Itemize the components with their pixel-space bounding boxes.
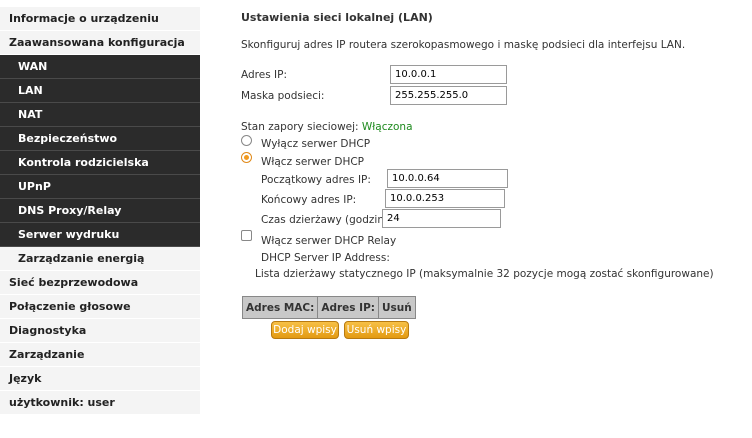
dhcp-relay-label: Włącz serwer DHCP Relay <box>261 235 397 247</box>
table-header-mac: Adres MAC: <box>241 296 319 319</box>
dhcp-enable-label: Włącz serwer DHCP <box>261 156 365 168</box>
ip-address-input[interactable]: 10.0.0.1 <box>390 65 507 84</box>
table-header-row: Adres MAC: Adres IP: Usuń <box>241 296 416 319</box>
sidebar-item-management[interactable]: Zarządzanie <box>0 343 200 367</box>
subnet-mask-input[interactable]: 255.255.255.0 <box>390 86 507 105</box>
subnet-mask-label: Maska podsieci: <box>241 90 325 102</box>
sidebar-item-security[interactable]: Bezpieczeństwo <box>0 127 200 151</box>
lease-time-label: Czas dzierżawy (godzina): <box>261 214 399 226</box>
dhcp-server-ip-label: DHCP Server IP Address: <box>261 252 390 264</box>
sidebar-item-nat[interactable]: NAT <box>0 103 200 127</box>
sidebar-item-device-info[interactable]: Informacje o urządzeniu <box>0 7 200 31</box>
sidebar-item-user[interactable]: użytkownik: user <box>0 391 200 415</box>
sidebar-menu: Informacje o urządzeniu Zaawansowana kon… <box>0 7 200 415</box>
firewall-status-label: Stan zapory sieciowej: <box>241 121 359 133</box>
sidebar-item-print-server[interactable]: Serwer wydruku <box>0 223 200 247</box>
remove-entries-button[interactable]: Usuń wpisy <box>344 321 409 339</box>
sidebar-item-advanced-config[interactable]: Zaawansowana konfiguracja <box>0 31 200 55</box>
add-entries-button[interactable]: Dodaj wpisy <box>271 321 339 339</box>
lease-time-input[interactable]: 24 <box>382 209 501 228</box>
sidebar-item-diagnostics[interactable]: Diagnostyka <box>0 319 200 343</box>
sidebar-item-wireless[interactable]: Sieć bezprzewodowa <box>0 271 200 295</box>
sidebar-item-voice[interactable]: Połączenie głosowe <box>0 295 200 319</box>
sidebar-item-language[interactable]: Język <box>0 367 200 391</box>
start-ip-label: Początkowy adres IP: <box>261 174 371 186</box>
sidebar-item-dns-proxy[interactable]: DNS Proxy/Relay <box>0 199 200 223</box>
dhcp-disable-label: Wyłącz serwer DHCP <box>261 138 371 150</box>
start-ip-input[interactable]: 10.0.0.64 <box>387 169 508 188</box>
ip-address-label: Adres IP: <box>241 69 287 81</box>
sidebar-item-parental-control[interactable]: Kontrola rodzicielska <box>0 151 200 175</box>
sidebar-item-upnp[interactable]: UPnP <box>0 175 200 199</box>
dhcp-disable-radio[interactable] <box>241 135 252 146</box>
page-description: Skonfiguruj adres IP routera szerokopasm… <box>241 39 686 51</box>
sidebar-item-power-management[interactable]: Zarządzanie energią <box>0 247 200 271</box>
end-ip-input[interactable]: 10.0.0.253 <box>385 189 505 208</box>
firewall-status-value: Włączona <box>361 121 413 133</box>
table-header-delete: Usuń <box>377 296 416 319</box>
table-header-ip: Adres IP: <box>317 296 379 319</box>
page-title: Ustawienia sieci lokalnej (LAN) <box>241 11 433 24</box>
firewall-status: Stan zapory sieciowej: Włączona <box>241 121 413 133</box>
end-ip-label: Końcowy adres IP: <box>261 194 357 206</box>
dhcp-relay-checkbox[interactable] <box>241 230 252 241</box>
sidebar-item-wan[interactable]: WAN <box>0 55 200 79</box>
main-content: Ustawienia sieci lokalnej (LAN) Skonfigu… <box>240 0 750 438</box>
dhcp-enable-radio[interactable] <box>241 152 252 163</box>
static-lease-description: Lista dzierżawy statycznego IP (maksymal… <box>255 268 714 280</box>
sidebar-item-lan[interactable]: LAN <box>0 79 200 103</box>
static-lease-table: Adres MAC: Adres IP: Usuń <box>241 296 416 319</box>
